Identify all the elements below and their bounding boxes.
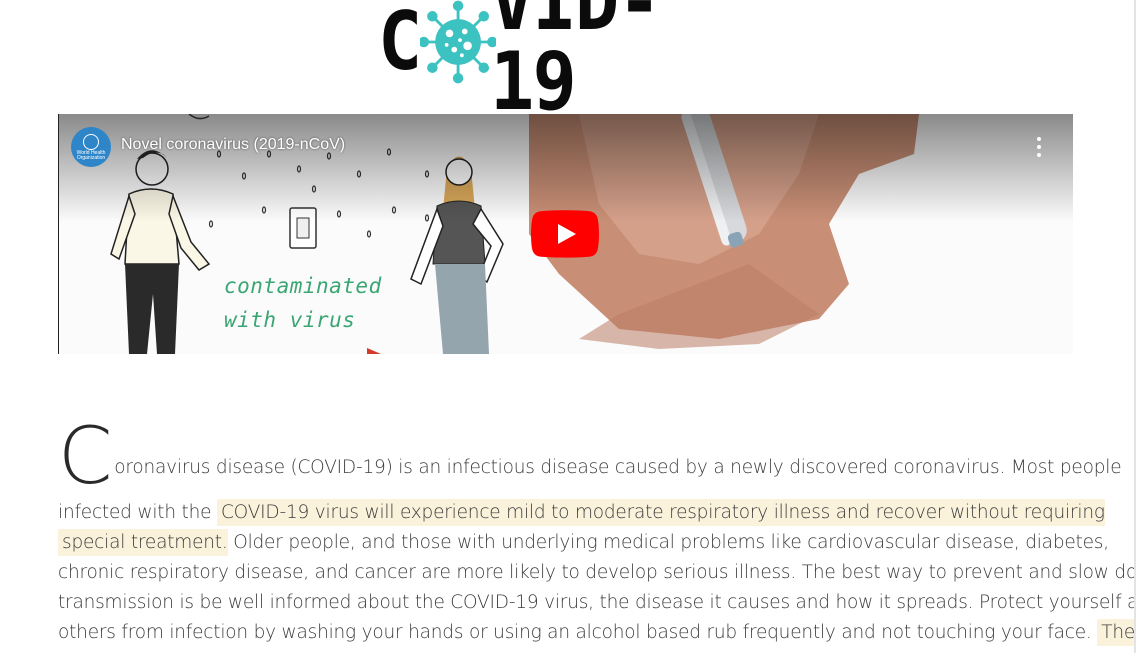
page: C VID-19 contaminated with virus World H… — [0, 0, 1136, 653]
article-line-2: infected with the COVID-19 virus will ex… — [58, 498, 1105, 528]
video-title[interactable]: Novel coronavirus (2019-nCoV) — [121, 136, 345, 154]
article-line-5: transmission is be well informed about t… — [58, 592, 1136, 613]
highlighted-text-1: COVID-19 virus will experience mild to m… — [216, 499, 1105, 526]
article-line-3-plain: Older people, and those with underlying … — [227, 532, 1109, 553]
article-line-2-plain: infected with the — [58, 502, 212, 523]
highlighted-text-2: special treatment. — [58, 529, 228, 556]
article-line-4: chronic respiratory disease, and cancer … — [58, 562, 1136, 583]
logo-text-vid19: VID-19 — [490, 0, 662, 128]
highlighted-text-3: The — [1097, 619, 1135, 646]
article-line-1-text: oronavirus disease (COVID-19) is an infe… — [114, 457, 1122, 478]
article-paragraph: Coronavirus disease (COVID-19) is an inf… — [58, 418, 1136, 648]
logo-letter-c: C — [378, 0, 423, 88]
youtube-play-icon[interactable] — [531, 210, 599, 258]
globe-icon — [83, 133, 99, 150]
channel-avatar[interactable]: World Health Organization — [71, 127, 111, 167]
video-player[interactable]: contaminated with virus World Health Org… — [58, 114, 1073, 354]
scene-caption-line2: with virus — [224, 308, 356, 332]
scene-caption-line1: contaminated — [224, 274, 382, 298]
more-vert-icon[interactable] — [1035, 137, 1043, 157]
article-line-6: others from infection by washing your ha… — [58, 618, 1135, 648]
covid-logo: C VID-19 — [378, 0, 754, 122]
article-line-6-plain: others from infection by washing your ha… — [58, 622, 1092, 643]
article-line-3: special treatment. Older people, and tho… — [58, 528, 1109, 558]
coronavirus-icon — [420, 0, 497, 84]
drop-cap: C — [58, 412, 113, 502]
video-title-bar — [59, 114, 1073, 222]
article-line-1: Coronavirus disease (COVID-19) is an inf… — [58, 418, 1122, 498]
channel-avatar-text: World Health Organization — [76, 149, 106, 161]
